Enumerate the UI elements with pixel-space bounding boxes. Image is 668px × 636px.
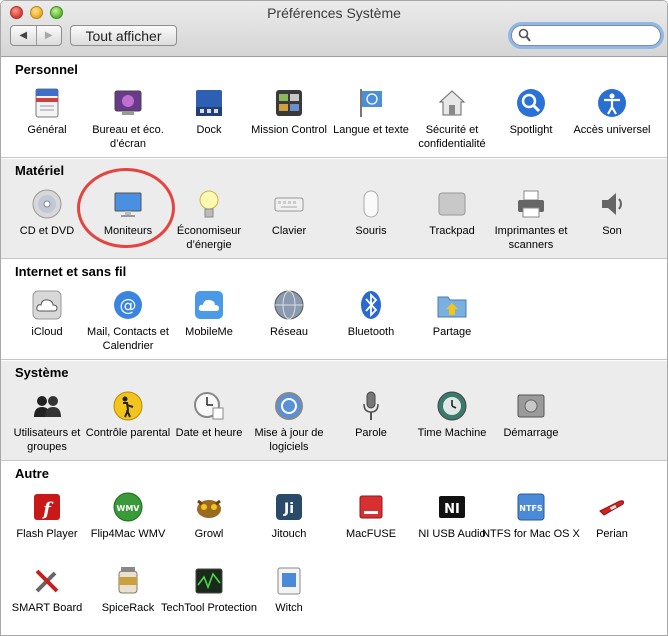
smart-board-icon bbox=[35, 569, 59, 593]
ni-usb-audio-icon: NI bbox=[439, 496, 465, 518]
back-button[interactable]: ◀ bbox=[11, 26, 37, 45]
icloud-icon bbox=[32, 290, 62, 320]
spotlight-icon bbox=[517, 89, 545, 117]
sound-icon bbox=[602, 193, 622, 215]
show-all-button[interactable]: Tout afficher bbox=[70, 25, 177, 46]
general-icon bbox=[35, 88, 59, 118]
pref-startup-disk[interactable]: Démarrage bbox=[481, 390, 581, 440]
pref-universal-access[interactable]: Accès universel bbox=[562, 87, 662, 137]
section-internet: Internet et sans fil iCloud @ Mail, Cont… bbox=[1, 260, 667, 360]
pref-perian[interactable]: Perian bbox=[562, 491, 662, 541]
ntfs-icon: NTFS bbox=[517, 493, 545, 521]
trackpad-icon bbox=[438, 192, 466, 216]
sharing-icon bbox=[437, 296, 467, 318]
desktop-screensaver-icon bbox=[114, 90, 142, 115]
pref-sharing[interactable]: Partage bbox=[402, 289, 502, 339]
users-groups-icon bbox=[34, 396, 61, 417]
security-icon bbox=[438, 90, 466, 116]
speech-icon bbox=[363, 391, 379, 420]
displays-icon bbox=[114, 192, 142, 217]
svg-text:WMV: WMV bbox=[117, 504, 141, 513]
system-preferences-window: Préférences Système ◀ ▶ Tout afficher Pe… bbox=[0, 0, 668, 636]
universal-access-icon bbox=[598, 89, 626, 117]
forward-button[interactable]: ▶ bbox=[37, 26, 62, 45]
section-autre: Autre f Flash Player WMV Flip4Mac WMV Gr… bbox=[1, 462, 667, 635]
svg-text:NI: NI bbox=[444, 502, 460, 517]
time-machine-icon bbox=[437, 391, 467, 421]
navigation-buttons: ◀ ▶ bbox=[10, 25, 62, 46]
mobileme-icon bbox=[195, 291, 223, 319]
pref-sound[interactable]: Son bbox=[562, 188, 662, 238]
growl-icon bbox=[197, 499, 221, 518]
dock-icon bbox=[196, 90, 222, 116]
search-icon bbox=[518, 28, 531, 42]
svg-text:@: @ bbox=[120, 296, 137, 316]
network-icon bbox=[274, 290, 304, 320]
section-heading: Système bbox=[15, 365, 69, 380]
section-heading: Personnel bbox=[15, 62, 78, 77]
section-heading: Matériel bbox=[15, 163, 65, 178]
window-title: Préférences Système bbox=[267, 5, 401, 21]
language-text-icon bbox=[360, 89, 382, 117]
section-heading: Internet et sans fil bbox=[15, 264, 127, 279]
perian-icon bbox=[599, 500, 625, 516]
svg-text:Ji: Ji bbox=[283, 501, 294, 517]
pref-label: Perian bbox=[596, 528, 628, 540]
macfuse-icon bbox=[359, 495, 383, 519]
mail-contacts-icon: @ bbox=[114, 291, 142, 319]
pref-label: Witch bbox=[275, 602, 303, 614]
section-heading: Autre bbox=[15, 466, 49, 481]
section-materiel: Matériel CD et DVD Moniteurs Économiseur… bbox=[1, 159, 667, 259]
pref-label: Partage bbox=[432, 326, 472, 338]
bluetooth-icon bbox=[361, 291, 381, 319]
title-bar: Préférences Système ◀ ▶ Tout afficher bbox=[1, 1, 667, 57]
software-update-icon bbox=[275, 392, 303, 420]
mission-control-icon bbox=[276, 90, 302, 116]
flip4mac-icon: WMV bbox=[113, 492, 143, 522]
search-input[interactable] bbox=[534, 27, 654, 44]
section-personnel: Personnel Général Bureau et éco. d’écran… bbox=[1, 58, 667, 158]
startup-disk-icon bbox=[517, 394, 545, 418]
pref-witch[interactable]: Witch bbox=[239, 565, 339, 615]
pref-label: Démarrage bbox=[503, 427, 559, 439]
date-time-icon bbox=[194, 392, 224, 420]
pref-label: Accès universel bbox=[573, 124, 651, 136]
techtool-icon bbox=[195, 568, 223, 594]
pref-label: Son bbox=[602, 225, 622, 237]
energy-saver-icon bbox=[199, 190, 219, 218]
cd-dvd-icon bbox=[32, 189, 62, 219]
witch-icon bbox=[277, 567, 301, 595]
parental-controls-icon bbox=[113, 391, 143, 421]
keyboard-icon bbox=[274, 197, 304, 212]
spicerack-icon bbox=[118, 567, 138, 594]
mouse-icon bbox=[363, 190, 379, 218]
svg-text:NTFS: NTFS bbox=[519, 504, 543, 513]
jitouch-icon: Ji bbox=[276, 494, 302, 520]
section-systeme: Système Utilisateurs et groupes Contrôle… bbox=[1, 361, 667, 461]
flash-player-icon: f bbox=[34, 494, 60, 520]
printer-icon bbox=[518, 190, 544, 218]
search-field[interactable] bbox=[511, 25, 661, 46]
